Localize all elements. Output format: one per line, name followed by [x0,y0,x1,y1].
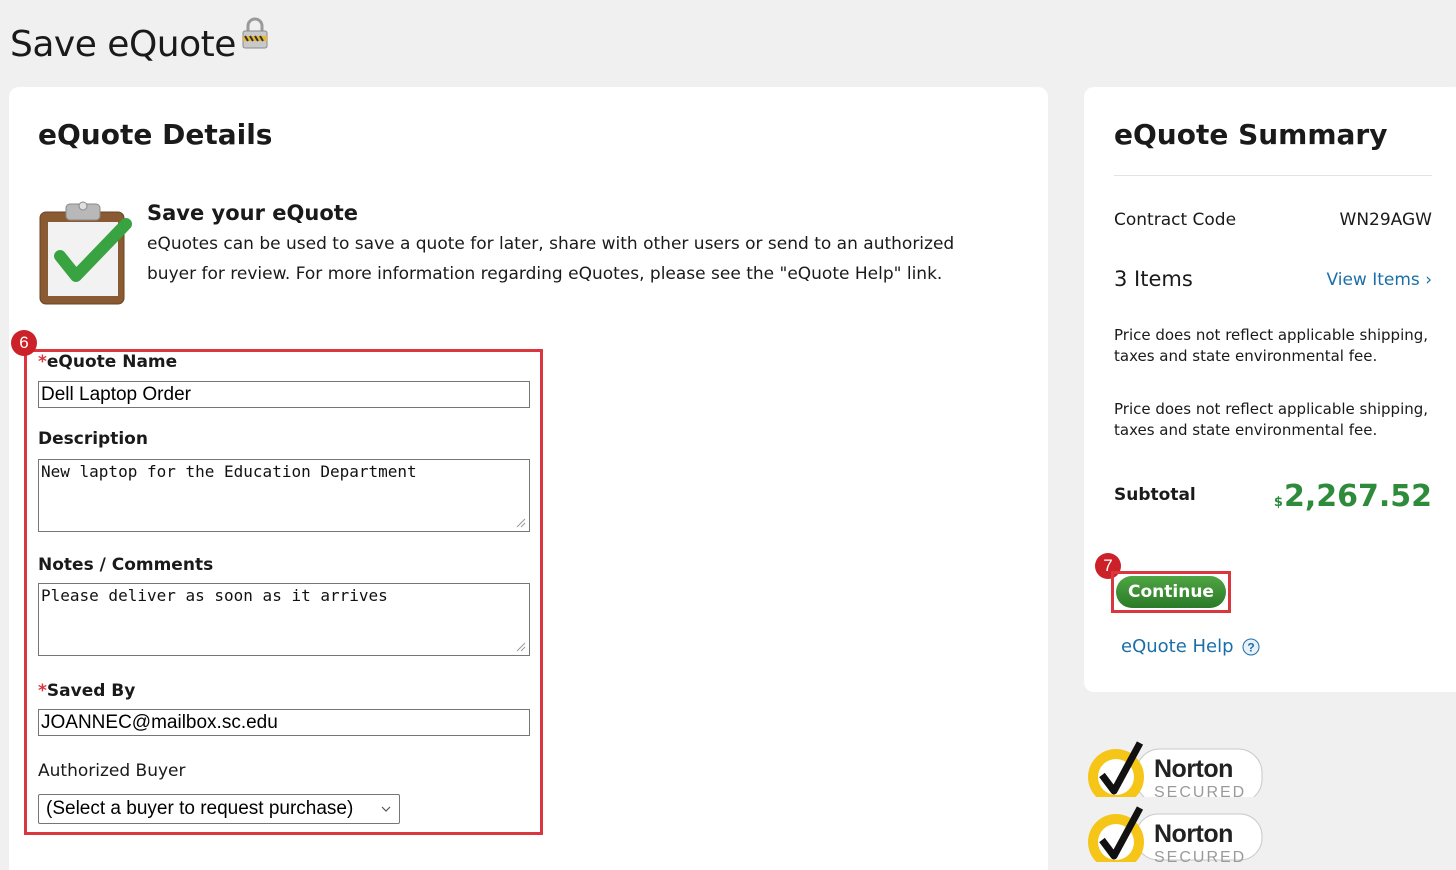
intro-heading: Save your eQuote [147,201,359,225]
summary-title: eQuote Summary [1114,118,1388,151]
authorized-buyer-label: Authorized Buyer [38,761,186,781]
notes-textarea[interactable]: Please deliver as soon as it arrives [38,583,530,656]
authorized-buyer-select[interactable]: (Select a buyer to request purchase) [38,794,400,824]
required-mark: * [38,681,47,701]
equote-name-label: *eQuote Name [38,352,178,372]
description-label: Description [38,429,148,449]
svg-text:SECURED: SECURED [1154,784,1246,797]
lock-icon [238,16,272,50]
help-question-icon[interactable]: ? [1242,638,1260,656]
page-title-text: Save eQuote [10,24,236,65]
svg-text:Norton: Norton [1154,820,1233,848]
items-count: 3 Items [1114,267,1193,291]
subtotal-value: $2,267.52 [1273,479,1432,514]
subtotal-label: Subtotal [1114,485,1196,505]
price-disclaimer: Price does not reflect applicable shippi… [1114,326,1429,365]
notes-value: Please deliver as soon as it arrives [41,586,388,605]
svg-text:Norton: Norton [1154,755,1233,783]
continue-button[interactable]: Continue [1116,576,1226,608]
equote-name-input[interactable]: Dell Laptop Order [38,381,530,408]
details-title: eQuote Details [38,118,273,151]
view-items-link[interactable]: View Items › [1326,270,1432,290]
equote-help-link[interactable]: eQuote Help ? [1121,636,1260,657]
contract-code-label: Contract Code [1114,210,1237,230]
equote-help-label: eQuote Help [1121,636,1234,657]
continue-highlight-box: Continue [1111,571,1231,613]
resize-grip-icon[interactable] [516,518,526,528]
step-badge-6: 6 [11,330,37,356]
svg-text:SECURED: SECURED [1154,849,1246,862]
contract-code-value: WN29AGW [1339,210,1432,230]
required-mark: * [38,352,47,372]
intro-text: eQuotes can be used to save a quote for … [147,234,955,284]
chevron-down-icon [381,806,391,812]
saved-by-label: *Saved By [38,681,136,701]
norton-secured-badge: Norton SECURED [1084,735,1264,797]
svg-text:?: ? [1247,640,1254,654]
notes-label: Notes / Comments [38,555,214,575]
currency-symbol: $ [1273,495,1283,510]
price-disclaimer: Price does not reflect applicable shippi… [1114,400,1429,439]
description-textarea[interactable]: New laptop for the Education Department [38,459,530,532]
saved-by-input[interactable]: JOANNEC@mailbox.sc.edu [38,709,530,736]
equote-details-card: eQuote Details Save your eQuote eQuotes … [9,87,1048,870]
clipboard-check-icon [38,198,132,306]
divider [1114,175,1432,176]
authorized-buyer-value: (Select a buyer to request purchase) [46,798,354,819]
page-title: Save eQuote [10,17,272,65]
equote-summary-card: eQuote Summary Contract Code WN29AGW 3 I… [1084,87,1456,692]
norton-secured-badge: Norton SECURED [1084,800,1264,862]
resize-grip-icon[interactable] [516,642,526,652]
description-value: New laptop for the Education Department [41,462,417,481]
